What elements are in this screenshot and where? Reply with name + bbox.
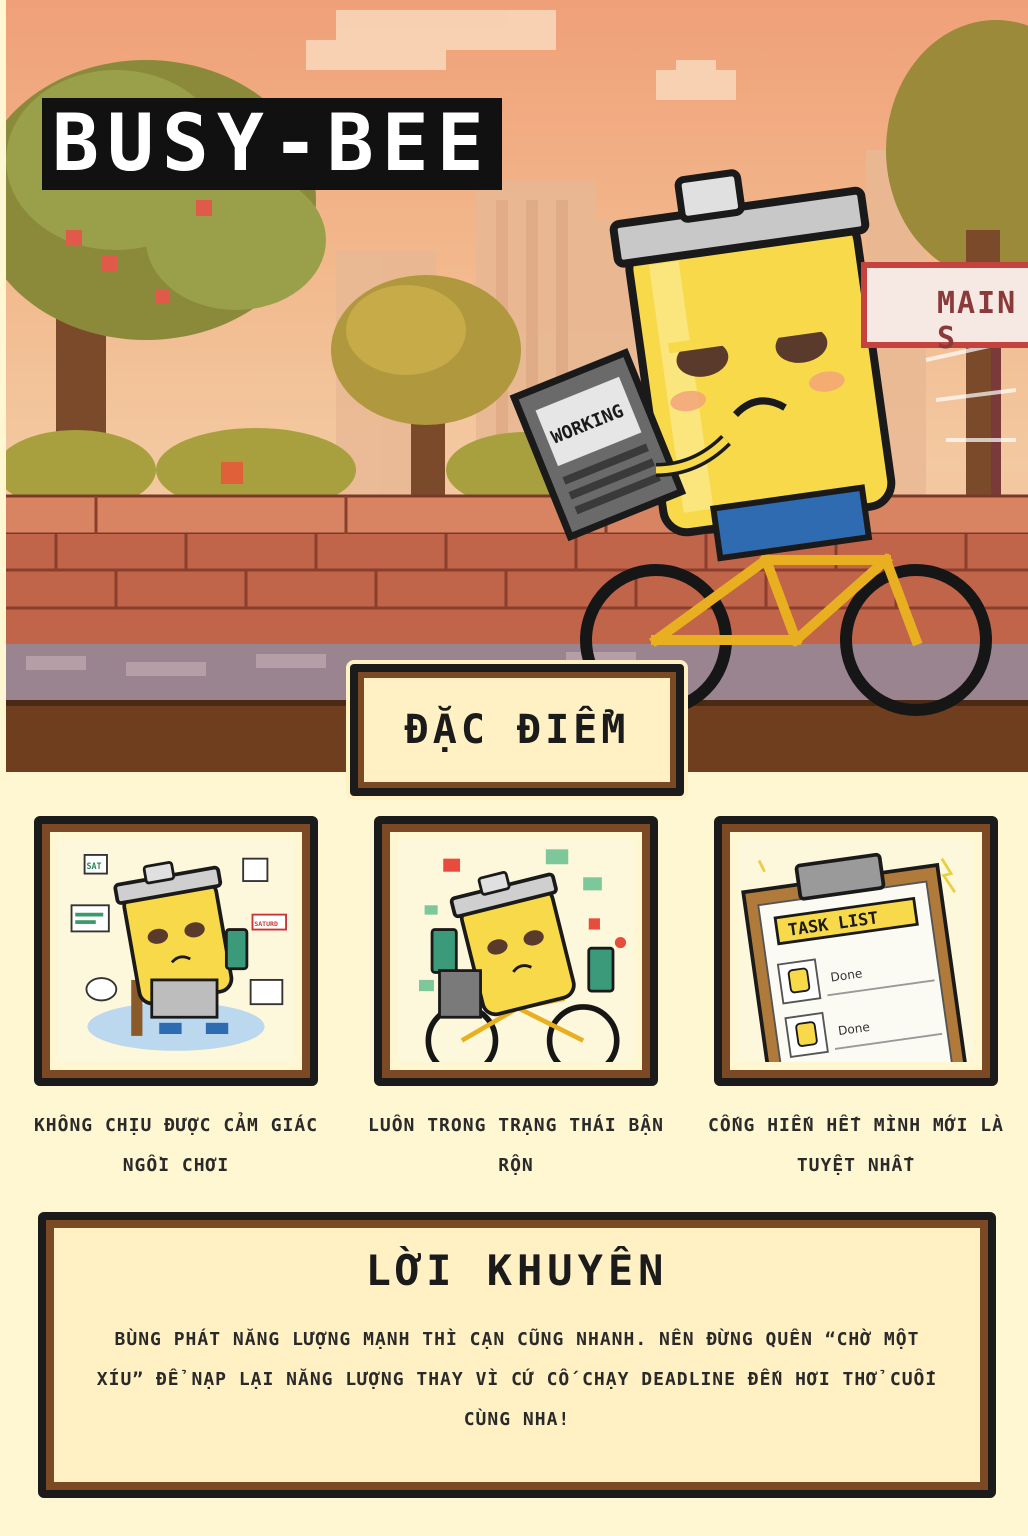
hero-illustration: WORKING MAIN S BUSY-BEE [6, 0, 1028, 772]
section-header: ĐẶC ĐIỂM [350, 664, 684, 796]
trait-caption-1: KHÔNG CHỊU ĐƯỢC CẢM GIÁC NGỒI CHƠI [33, 1115, 319, 1176]
street-sign: MAIN S [861, 262, 1028, 356]
can-character-bike-phones-icon [398, 840, 634, 1062]
page-title: BUSY-BEE [42, 98, 502, 190]
advice-box: LỜI KHUYÊN BÙNG PHÁT NĂNG LƯỢNG MẠNH THÌ… [38, 1212, 996, 1498]
trait-card-2 [374, 816, 658, 1086]
trait-caption-2: LUÔN TRONG TRẠNG THÁI BẬN RỘN [368, 1115, 664, 1176]
advice-text: BÙNG PHÁT NĂNG LƯỢNG MẠNH THÌ CẠN CŨNG N… [96, 1329, 938, 1430]
street-sign-text: MAIN S [937, 286, 1018, 356]
advice-title: LỜI KHUYÊN [365, 1246, 669, 1295]
section-title: ĐẶC ĐIỂM [404, 707, 630, 753]
task-list-clipboard-icon: TASK LIST Done Done [738, 840, 974, 1062]
trait-card-1: SAT SATURD [34, 816, 318, 1086]
trait-card-3: TASK LIST Done Done [714, 816, 998, 1086]
calendar-label-saturday: SATURD [254, 920, 278, 928]
calendar-label-sat: SAT [86, 861, 101, 871]
trait-caption-3: CỐNG HIẾN HẾT MÌNH MỚI LÀ TUYỆT NHẤT [708, 1115, 1004, 1176]
can-character-laptop-icon: SAT SATURD [58, 840, 294, 1062]
